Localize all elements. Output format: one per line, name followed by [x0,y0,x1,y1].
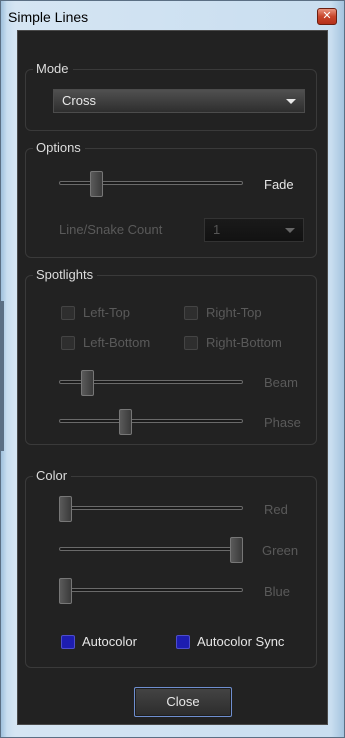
right-top-checkbox[interactable] [184,306,198,320]
line-snake-count-dropdown[interactable]: 1 [204,218,304,242]
window-title: Simple Lines [8,9,89,25]
slider-track [59,506,243,510]
phase-label: Phase [264,415,301,430]
autocolor-label: Autocolor [82,634,137,649]
right-top-label: Right-Top [206,305,262,320]
slider-track [59,181,243,185]
slider-track [59,419,243,423]
spotlights-group-label: Spotlights [33,267,98,283]
line-snake-count-label: Line/Snake Count [59,222,163,237]
slider-thumb[interactable] [59,578,72,604]
autocolor-checkbox[interactable] [61,635,75,649]
blue-label: Blue [264,584,291,599]
fade-label: Fade [264,177,294,192]
phase-slider[interactable] [59,409,243,435]
window-close-icon[interactable]: ✕ [317,8,337,25]
slider-track [59,547,243,551]
window-edge [1,301,4,451]
slider-thumb[interactable] [81,370,94,396]
beam-slider[interactable] [59,370,243,396]
chevron-down-icon [286,99,296,104]
close-button[interactable]: Close [134,687,232,717]
options-group-label: Options [33,140,85,156]
mode-selected-value: Cross [62,93,96,108]
beam-label: Beam [264,375,298,390]
slider-track [59,588,243,592]
autocolor-sync-label: Autocolor Sync [197,634,285,649]
autocolor-sync-checkbox[interactable] [176,635,190,649]
fade-slider[interactable] [59,171,243,197]
green-label: Green [262,543,299,558]
left-bottom-checkbox[interactable] [61,336,75,350]
slider-thumb[interactable] [230,537,243,563]
green-slider[interactable] [59,537,243,563]
left-top-label: Left-Top [83,305,130,320]
chevron-down-icon [285,228,295,233]
mode-group-label: Mode [33,61,73,77]
red-label: Red [264,502,288,517]
color-group-label: Color [33,468,72,484]
right-bottom-checkbox[interactable] [184,336,198,350]
red-slider[interactable] [59,496,243,522]
slider-thumb[interactable] [90,171,103,197]
left-top-checkbox[interactable] [61,306,75,320]
count-selected-value: 1 [213,222,221,237]
left-bottom-label: Left-Bottom [83,335,151,350]
right-bottom-label: Right-Bottom [206,335,282,350]
mode-dropdown[interactable]: Cross [53,89,305,113]
slider-thumb[interactable] [59,496,72,522]
blue-slider[interactable] [59,578,243,604]
title-bar[interactable]: Simple Lines ✕ [1,1,344,31]
slider-thumb[interactable] [119,409,132,435]
